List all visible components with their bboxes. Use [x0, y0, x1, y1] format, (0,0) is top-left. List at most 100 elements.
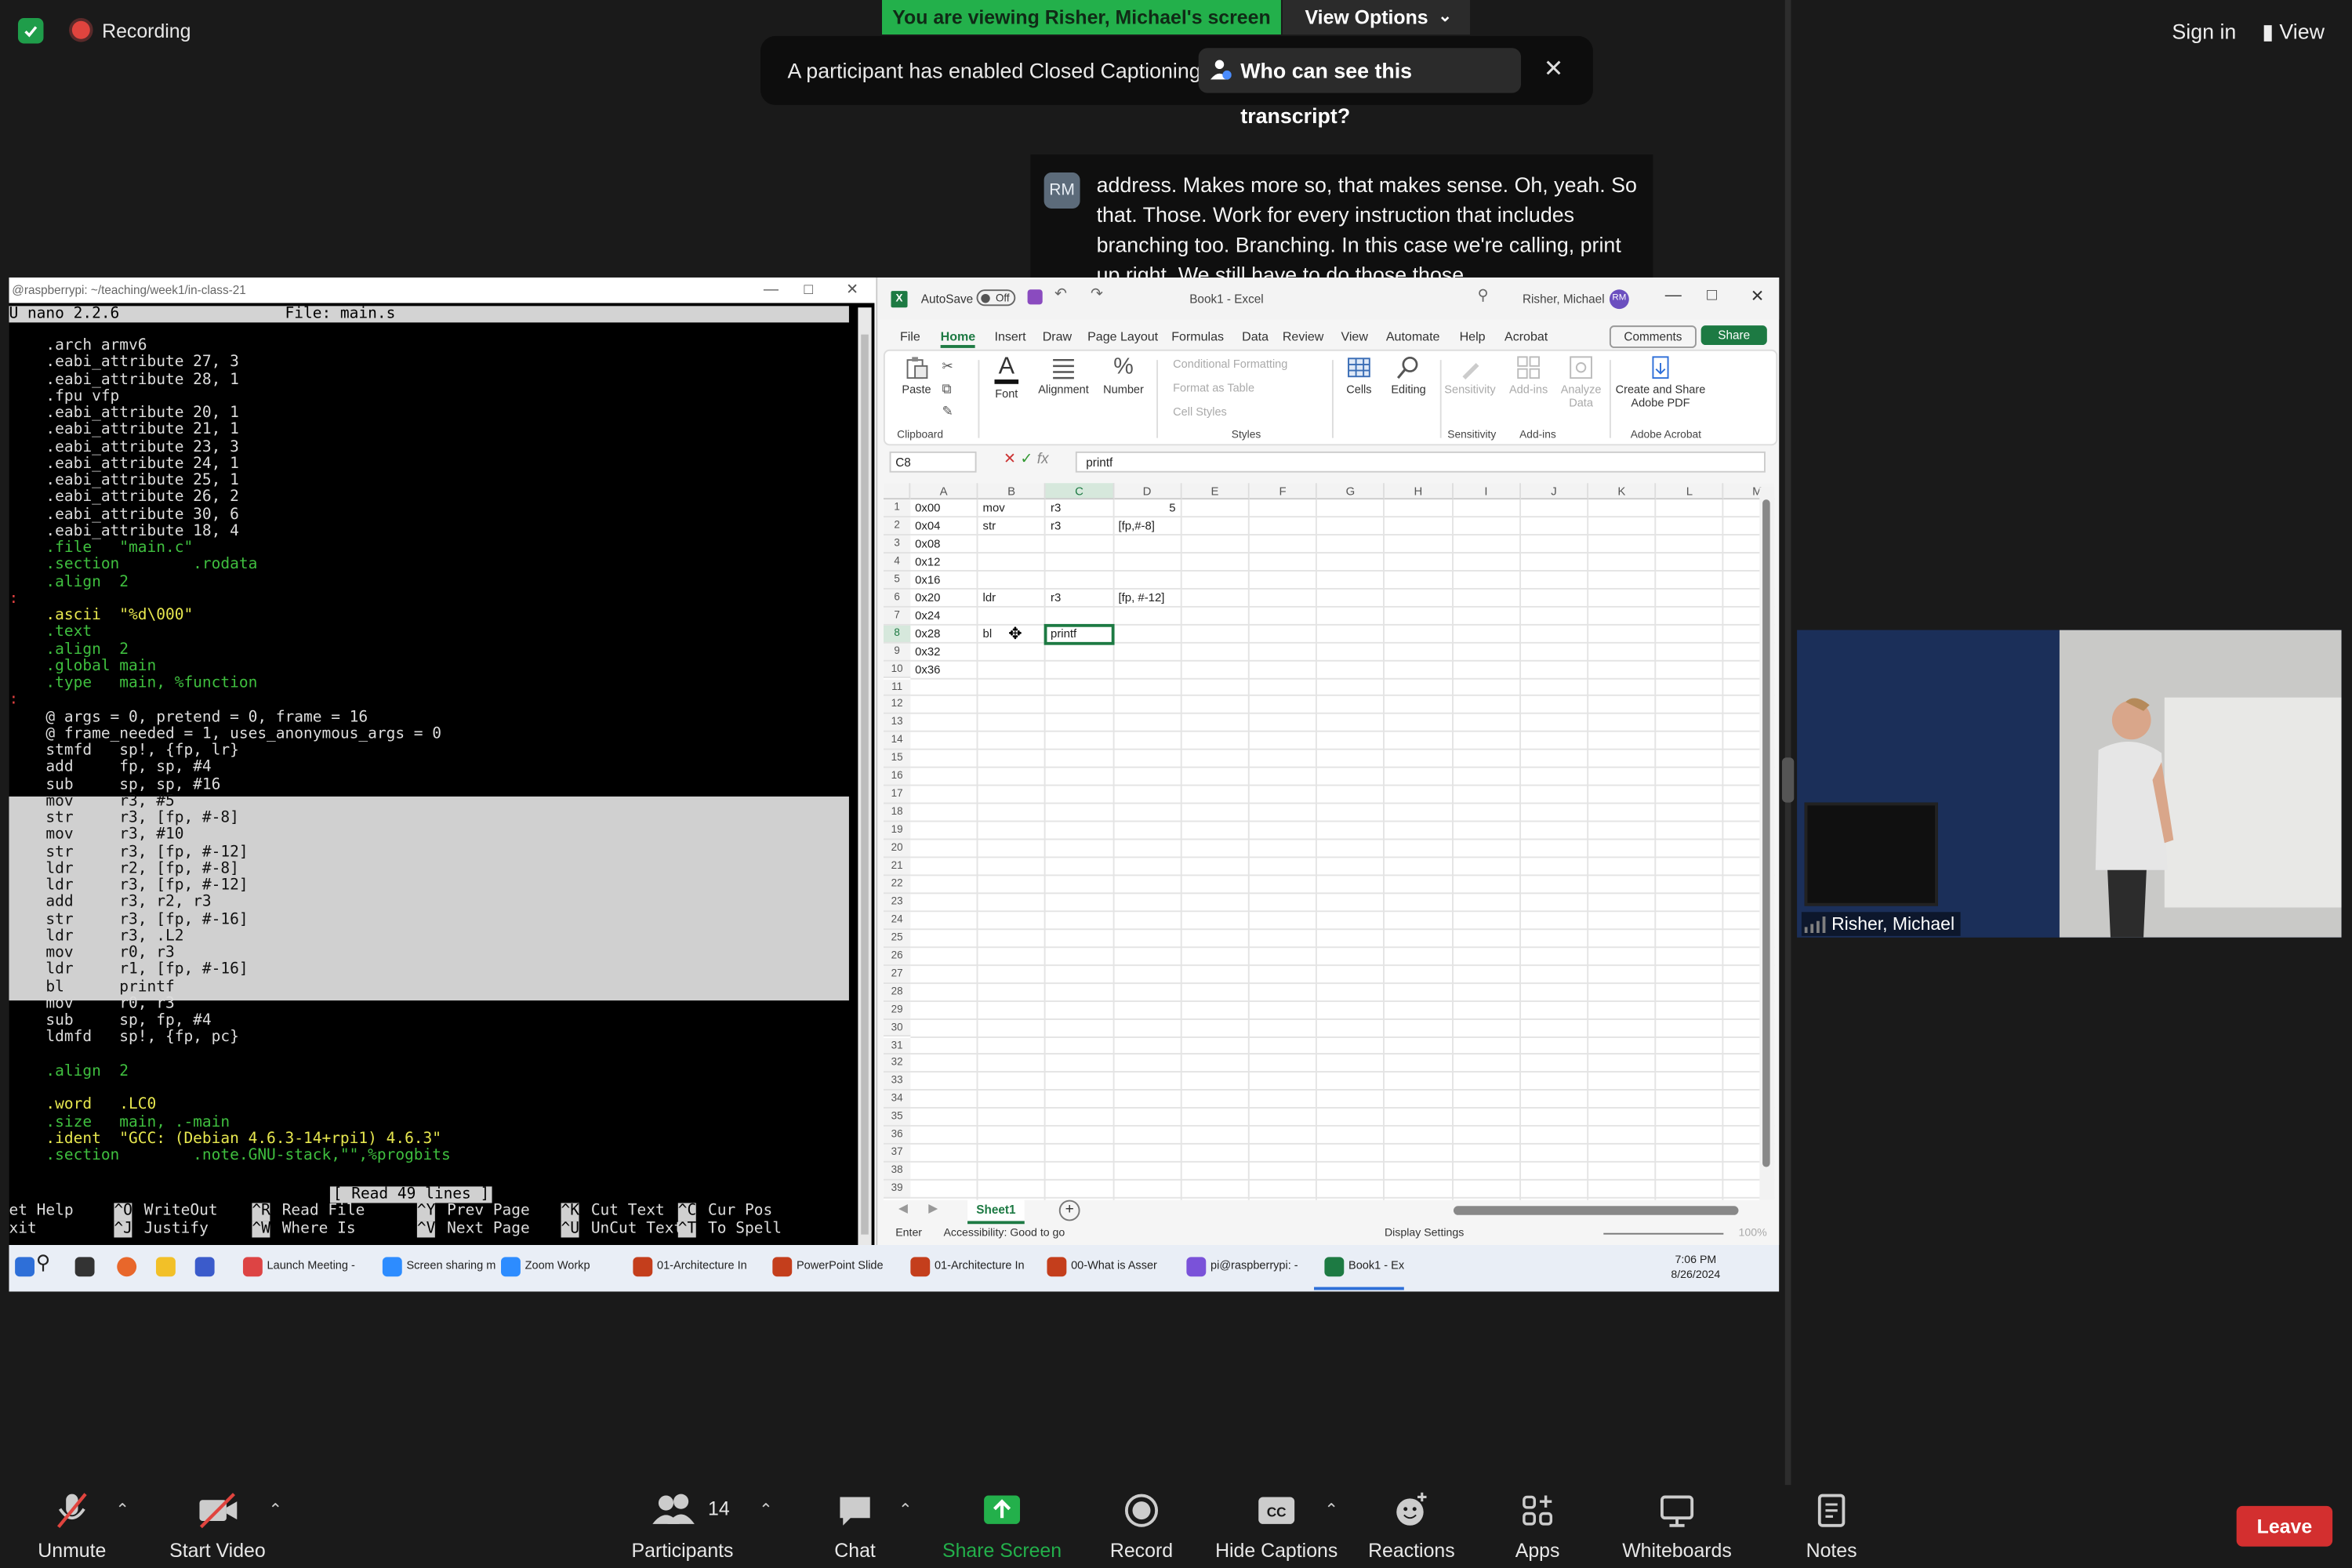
format-as-table-button[interactable]: Format as Table [1173, 381, 1254, 394]
zoom-slider[interactable] [1603, 1232, 1724, 1235]
create-share-pdf-button[interactable]: Create and Share Adobe PDF [1614, 355, 1708, 409]
record-button[interactable]: Record [1066, 1491, 1216, 1562]
ribbon-tab-help[interactable]: Help [1460, 328, 1486, 343]
row-header[interactable]: 11 [883, 678, 911, 697]
system-tray[interactable]: 7:06 PM 8/26/2024 [1671, 1253, 1720, 1283]
cell-D2[interactable]: [fp,#-8] [1119, 517, 1176, 535]
cell-B1[interactable]: mov [983, 499, 1040, 517]
row-header[interactable]: 22 [883, 876, 911, 895]
row-header[interactable]: 14 [883, 732, 911, 751]
row-header[interactable]: 26 [883, 947, 911, 966]
conditional-formatting-button[interactable]: Conditional Formatting [1173, 357, 1287, 370]
file-explorer-icon[interactable] [155, 1257, 176, 1277]
ribbon-tab-file[interactable]: File [900, 328, 920, 343]
ribbon-tab-draw[interactable]: Draw [1043, 328, 1072, 343]
row-header[interactable]: 35 [883, 1109, 911, 1127]
cell-A7[interactable]: 0x24 [915, 607, 972, 625]
maximize-icon[interactable]: □ [1707, 286, 1717, 304]
paste-button[interactable]: Paste [895, 355, 938, 396]
cell-A3[interactable]: 0x08 [915, 535, 972, 554]
search-icon[interactable]: ⚲ [1478, 288, 1489, 304]
sensitivity-button[interactable]: Sensitivity [1443, 355, 1497, 396]
column-header[interactable]: H [1385, 483, 1454, 500]
row-header[interactable]: 20 [883, 840, 911, 858]
row-header[interactable]: 12 [883, 696, 911, 715]
row-header[interactable]: 39 [883, 1180, 911, 1199]
sign-in-link[interactable]: Sign in [2172, 20, 2236, 44]
ribbon-tab-automate[interactable]: Automate [1386, 328, 1440, 343]
cell-A10[interactable]: 0x36 [915, 661, 972, 679]
number-button[interactable]: % Number [1099, 354, 1147, 396]
analyze-data-button[interactable]: Analyze Data [1559, 355, 1603, 409]
row-header[interactable]: 24 [883, 911, 911, 930]
cell-A1[interactable]: 0x00 [915, 499, 972, 517]
search-icon[interactable]: ⚲ [36, 1251, 50, 1276]
ribbon-tab-review[interactable]: Review [1283, 328, 1324, 343]
row-header[interactable]: 17 [883, 786, 911, 804]
row-header[interactable]: 5 [883, 571, 911, 590]
taskbar-item[interactable]: 01-Architecture In [935, 1258, 1025, 1272]
autosave-toggle[interactable]: Off [976, 289, 1016, 307]
row-header[interactable]: 27 [883, 965, 911, 984]
terminal-window[interactable]: U nano 2.2.6 File: main.s .arch armv6 .e… [9, 303, 875, 1246]
row-header[interactable]: 1 [883, 499, 911, 517]
taskbar-item[interactable]: 01-Architecture In [657, 1258, 747, 1272]
taskbar-item[interactable]: 00-What is Asser [1071, 1258, 1157, 1272]
sheet-tab-sheet1[interactable]: Sheet1 [967, 1200, 1025, 1225]
row-header[interactable]: 34 [883, 1091, 911, 1109]
row-header[interactable]: 8 [883, 625, 911, 643]
row-header[interactable]: 3 [883, 535, 911, 554]
worksheet-grid[interactable]: A B C D E F G H I J K L M 1 2 3 4 5 6 7 8 9 10 11 12 13 14 15 16 17 18… [883, 483, 1775, 1200]
name-box[interactable]: C8 [889, 451, 977, 473]
ribbon-tab-data[interactable]: Data [1242, 328, 1269, 343]
row-header[interactable]: 38 [883, 1163, 911, 1181]
cell-D1[interactable]: 5 [1119, 499, 1175, 517]
row-header[interactable]: 37 [883, 1145, 911, 1163]
taskbar-item[interactable]: Screen sharing m [406, 1258, 495, 1272]
code-listing[interactable]: .arch armv6 .eabi_attribute 27, 3 .eabi_… [9, 337, 848, 1164]
apps-button[interactable]: Apps [1462, 1491, 1612, 1562]
row-header[interactable]: 10 [883, 660, 911, 679]
view-button[interactable]: ▮ View [2262, 20, 2325, 45]
terminal-scrollbar[interactable] [858, 307, 872, 1246]
minimize-icon[interactable]: — [1665, 286, 1682, 304]
notes-button[interactable]: Notes [1756, 1491, 1906, 1562]
taskbar-item[interactable]: pi@raspberrypi: - [1210, 1258, 1298, 1272]
cell-C2[interactable]: r3 [1051, 517, 1108, 535]
cell-A5[interactable]: 0x16 [915, 572, 972, 590]
row-header[interactable]: 9 [883, 643, 911, 661]
row-header[interactable]: 6 [883, 589, 911, 608]
ribbon-tab-formulas[interactable]: Formulas [1171, 328, 1224, 343]
column-header[interactable]: C [1046, 483, 1114, 500]
close-icon[interactable]: ✕ [846, 278, 858, 303]
speaker-video[interactable]: Risher, Michael [1797, 630, 2342, 938]
row-header[interactable]: 23 [883, 894, 911, 912]
cell-A4[interactable]: 0x12 [915, 554, 972, 572]
display-settings[interactable]: Display Settings [1385, 1225, 1464, 1239]
column-header[interactable]: L [1656, 483, 1725, 500]
format-painter-icon[interactable]: ✎ [942, 404, 953, 420]
select-all-corner[interactable] [883, 483, 911, 500]
cell-A9[interactable]: 0x32 [915, 643, 972, 661]
row-header[interactable]: 13 [883, 714, 911, 733]
copy-icon[interactable]: ⧉ [942, 381, 952, 397]
save-icon[interactable] [1027, 289, 1043, 305]
participants-button[interactable]: Participants [608, 1491, 757, 1562]
row-header[interactable]: 19 [883, 822, 911, 840]
row-header[interactable]: 4 [883, 553, 911, 572]
alignment-button[interactable]: Alignment [1035, 355, 1092, 396]
chat-caret-icon[interactable]: ⌃ [898, 1500, 913, 1519]
row-header[interactable]: 25 [883, 929, 911, 948]
redo-icon[interactable]: ↷ [1091, 286, 1103, 303]
windows-start-icon[interactable] [15, 1257, 35, 1277]
undo-icon[interactable]: ↶ [1054, 286, 1067, 303]
row-header[interactable]: 2 [883, 517, 911, 535]
cell-C6[interactable]: r3 [1051, 589, 1108, 607]
editing-button[interactable]: Editing [1385, 355, 1432, 396]
leave-button[interactable]: Leave [2236, 1505, 2333, 1547]
ribbon-tab-home[interactable]: Home [940, 328, 976, 348]
who-can-see-transcript-button[interactable]: Who can see this transcript? [1198, 48, 1522, 128]
minimize-icon[interactable]: — [764, 278, 779, 303]
formula-input[interactable]: printf [1075, 451, 1766, 473]
user-avatar[interactable]: RM [1609, 289, 1629, 310]
